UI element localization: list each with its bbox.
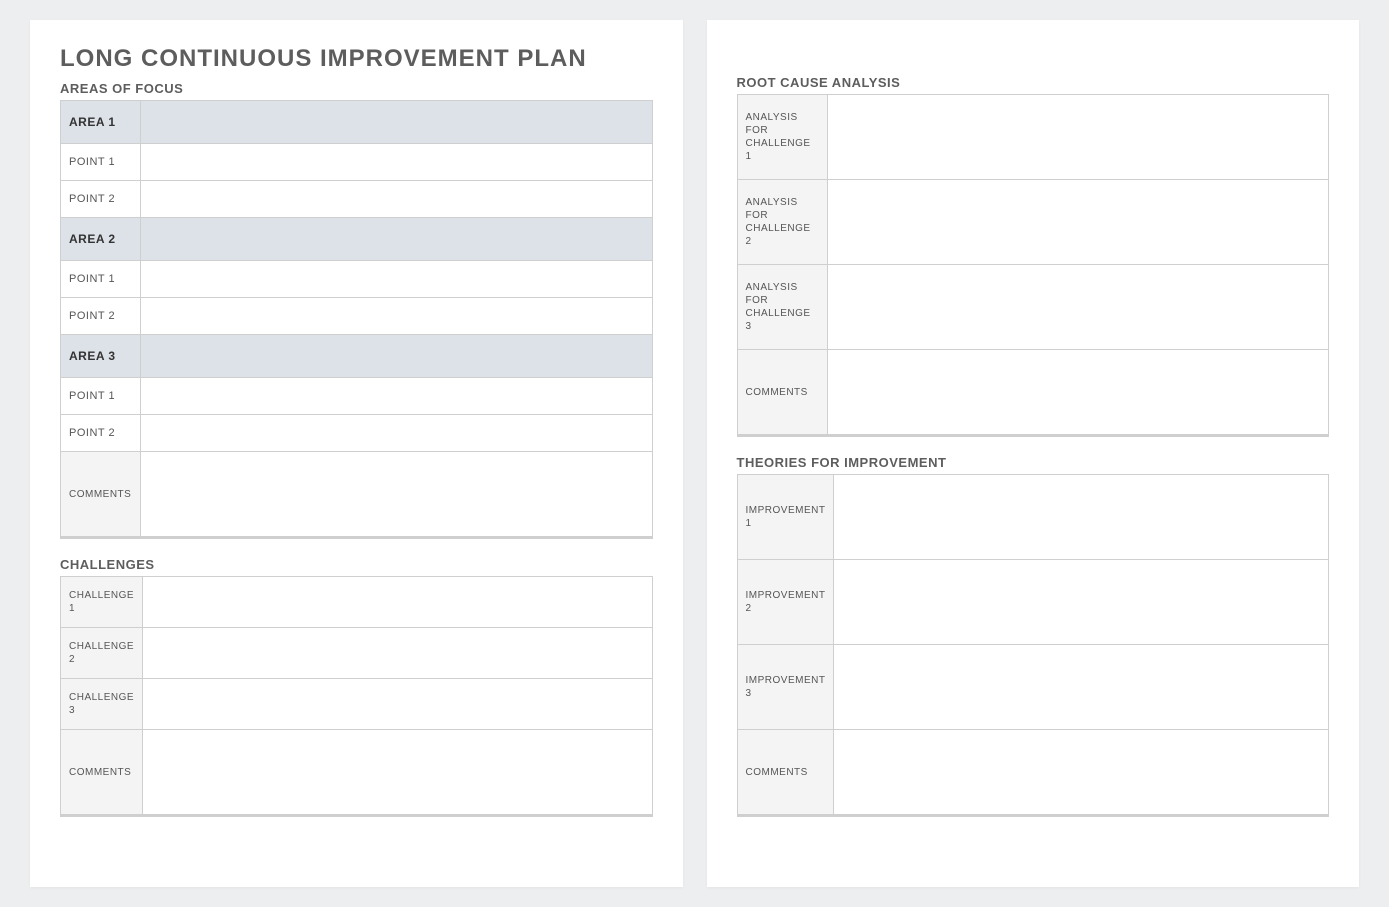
improvement-value-cell	[834, 645, 1329, 730]
comments-input[interactable]	[834, 350, 1323, 434]
point-label: POINT 2	[61, 298, 141, 335]
challenge-label: CHALLENGE 3	[61, 679, 143, 730]
challenge-value-cell	[143, 577, 652, 628]
point-input[interactable]	[147, 261, 646, 297]
table-row: IMPROVEMENT 3	[737, 645, 1329, 730]
comments-row: COMMENTS	[737, 730, 1329, 816]
table-row: CHALLENGE 2	[61, 628, 653, 679]
point-label: POINT 1	[61, 144, 141, 181]
analysis-label: ANALYSIS FOR CHALLENGE 2	[737, 180, 827, 265]
improvement-label: IMPROVEMENT 1	[737, 475, 834, 560]
analysis-input[interactable]	[834, 95, 1323, 179]
analysis-input[interactable]	[834, 265, 1323, 349]
challenges-heading: CHALLENGES	[60, 557, 653, 572]
challenge-input[interactable]	[149, 628, 645, 678]
comments-input[interactable]	[147, 452, 646, 536]
table-row: CHALLENGE 3	[61, 679, 653, 730]
area-label: AREA 3	[61, 335, 141, 378]
improvement-input[interactable]	[840, 645, 1322, 729]
area-label: AREA 1	[61, 101, 141, 144]
comments-row: COMMENTS	[61, 452, 653, 538]
challenge-value-cell	[143, 679, 652, 730]
challenge-input[interactable]	[149, 577, 645, 627]
point-value-cell	[141, 181, 653, 218]
comments-row: COMMENTS	[737, 350, 1329, 436]
areas-table: AREA 1 POINT 1 POINT 2 AREA 2 POINT 1	[60, 100, 653, 539]
analysis-label: ANALYSIS FOR CHALLENGE 1	[737, 95, 827, 180]
left-page: LONG CONTINUOUS IMPROVEMENT PLAN AREAS O…	[30, 20, 683, 887]
improvement-input[interactable]	[840, 475, 1322, 559]
root-cause-table: ANALYSIS FOR CHALLENGE 1 ANALYSIS FOR CH…	[737, 94, 1330, 437]
point-label: POINT 2	[61, 181, 141, 218]
table-row: IMPROVEMENT 2	[737, 560, 1329, 645]
table-row: CHALLENGE 1	[61, 577, 653, 628]
improvement-value-cell	[834, 475, 1329, 560]
area-input[interactable]	[147, 335, 646, 377]
page-title: LONG CONTINUOUS IMPROVEMENT PLAN	[60, 45, 653, 73]
comments-value-cell	[141, 452, 653, 538]
comments-row: COMMENTS	[61, 730, 653, 816]
point-label: POINT 2	[61, 415, 141, 452]
area-value-cell	[141, 101, 653, 144]
point-label: POINT 1	[61, 261, 141, 298]
point-value-cell	[141, 261, 653, 298]
comments-input[interactable]	[840, 730, 1322, 814]
improvement-value-cell	[834, 560, 1329, 645]
point-input[interactable]	[147, 181, 646, 217]
areas-heading: AREAS OF FOCUS	[60, 81, 653, 96]
comments-label: COMMENTS	[737, 350, 827, 436]
comments-input[interactable]	[149, 730, 645, 814]
analysis-value-cell	[827, 95, 1329, 180]
point-value-cell	[141, 378, 653, 415]
point-input[interactable]	[147, 298, 646, 334]
right-page: ROOT CAUSE ANALYSIS ANALYSIS FOR CHALLEN…	[707, 20, 1360, 887]
table-row: ANALYSIS FOR CHALLENGE 3	[737, 265, 1329, 350]
challenge-label: CHALLENGE 1	[61, 577, 143, 628]
point-value-cell	[141, 298, 653, 335]
point-value-cell	[141, 415, 653, 452]
comments-label: COMMENTS	[61, 452, 141, 538]
area-label: AREA 2	[61, 218, 141, 261]
analysis-label: ANALYSIS FOR CHALLENGE 3	[737, 265, 827, 350]
analysis-value-cell	[827, 265, 1329, 350]
area-row: AREA 2	[61, 218, 653, 261]
point-input[interactable]	[147, 144, 646, 180]
challenge-input[interactable]	[149, 679, 645, 729]
table-row: ANALYSIS FOR CHALLENGE 1	[737, 95, 1329, 180]
comments-value-cell	[834, 730, 1329, 816]
area-value-cell	[141, 218, 653, 261]
comments-label: COMMENTS	[737, 730, 834, 816]
challenge-value-cell	[143, 628, 652, 679]
point-label: POINT 1	[61, 378, 141, 415]
area-row: AREA 3	[61, 335, 653, 378]
point-value-cell	[141, 144, 653, 181]
root-cause-heading: ROOT CAUSE ANALYSIS	[737, 75, 1330, 90]
area-input[interactable]	[147, 218, 646, 260]
comments-value-cell	[143, 730, 652, 816]
improvement-label: IMPROVEMENT 3	[737, 645, 834, 730]
area-value-cell	[141, 335, 653, 378]
point-row: POINT 2	[61, 298, 653, 335]
analysis-value-cell	[827, 180, 1329, 265]
point-row: POINT 2	[61, 415, 653, 452]
challenge-label: CHALLENGE 2	[61, 628, 143, 679]
improvement-label: IMPROVEMENT 2	[737, 560, 834, 645]
improvement-input[interactable]	[840, 560, 1322, 644]
point-row: POINT 2	[61, 181, 653, 218]
comments-label: COMMENTS	[61, 730, 143, 816]
table-row: IMPROVEMENT 1	[737, 475, 1329, 560]
theories-heading: THEORIES FOR IMPROVEMENT	[737, 455, 1330, 470]
table-row: ANALYSIS FOR CHALLENGE 2	[737, 180, 1329, 265]
point-input[interactable]	[147, 378, 646, 414]
point-row: POINT 1	[61, 144, 653, 181]
analysis-input[interactable]	[834, 180, 1323, 264]
challenges-table: CHALLENGE 1 CHALLENGE 2 CHALLENGE 3 COMM…	[60, 576, 653, 817]
area-input[interactable]	[147, 101, 646, 143]
point-input[interactable]	[147, 415, 646, 451]
comments-value-cell	[827, 350, 1329, 436]
theories-table: IMPROVEMENT 1 IMPROVEMENT 2 IMPROVEMENT …	[737, 474, 1330, 817]
point-row: POINT 1	[61, 378, 653, 415]
area-row: AREA 1	[61, 101, 653, 144]
point-row: POINT 1	[61, 261, 653, 298]
